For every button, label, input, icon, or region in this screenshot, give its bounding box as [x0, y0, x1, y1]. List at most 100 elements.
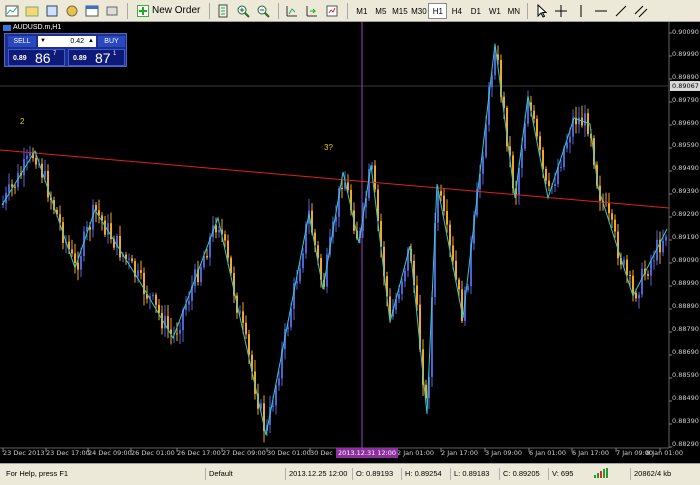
experts-icon[interactable]	[214, 2, 232, 20]
time-axis-label: 26 Dec 01:00	[131, 449, 175, 457]
candle-body	[527, 102, 529, 124]
candle-body	[584, 113, 586, 126]
cursor-icon[interactable]	[532, 2, 550, 20]
tester-icon[interactable]	[103, 2, 121, 20]
price-axis-label: 0.89590	[672, 141, 699, 149]
candle-body	[449, 224, 451, 246]
candle-body	[131, 258, 133, 262]
candle-body	[80, 256, 82, 270]
price-axis-label: 0.89290	[672, 210, 699, 218]
candle-body	[416, 285, 418, 305]
candle-body	[218, 229, 220, 233]
zoom-in-icon[interactable]	[234, 2, 252, 20]
sell-price-prefix: 0.89	[13, 55, 27, 62]
sell-price-fraction: 7	[53, 51, 57, 57]
price-axis-label: 0.89490	[672, 164, 699, 172]
candle-body	[152, 294, 154, 296]
lot-decrease-icon[interactable]: ▼	[40, 36, 46, 47]
new-chart-icon[interactable]	[3, 2, 21, 20]
channel-icon[interactable]	[632, 2, 650, 20]
candle-body	[155, 294, 157, 305]
timeframe-mn[interactable]: MN	[504, 3, 523, 19]
timeframe-w1[interactable]: W1	[485, 3, 504, 19]
candle-body	[14, 186, 16, 188]
navigator-icon[interactable]	[63, 2, 81, 20]
time-axis-label: 3 Jan 09:00	[485, 449, 523, 457]
timeframe-h1[interactable]: H1	[428, 2, 448, 19]
status-close: C: 0.89205	[499, 468, 540, 480]
chart-window-icon	[3, 25, 11, 31]
candle-body	[638, 294, 640, 299]
candle-body	[536, 118, 538, 137]
lot-increase-icon[interactable]: ▲	[88, 36, 94, 47]
autoscroll-icon[interactable]	[303, 2, 321, 20]
price-axis-label: 0.88490	[672, 394, 699, 402]
terminal-icon[interactable]	[83, 2, 101, 20]
chart-shift-icon[interactable]	[283, 2, 301, 20]
timeframe-d1[interactable]: D1	[466, 3, 485, 19]
candle-body	[539, 136, 541, 150]
candle-body	[437, 191, 439, 223]
candle-body	[452, 245, 454, 261]
candle-body	[302, 253, 304, 269]
new-order-button[interactable]: New Order	[132, 2, 205, 20]
horizontal-line-icon[interactable]	[592, 2, 610, 20]
timeframe-m1[interactable]: M1	[352, 3, 371, 19]
candle-body	[533, 110, 535, 119]
market-watch-icon[interactable]	[43, 2, 61, 20]
price-axis-label: 0.89790	[672, 96, 699, 104]
candle-body	[35, 158, 37, 165]
candle-body	[140, 270, 142, 273]
candle-body	[128, 258, 130, 260]
timeframe-m5[interactable]: M5	[371, 3, 390, 19]
candle-body	[578, 117, 580, 125]
templates-icon[interactable]	[323, 2, 341, 20]
time-axis-label: 30 Dec 01:00	[267, 449, 311, 457]
buy-price-pips: 87	[95, 50, 111, 66]
price-axis-label: 0.88290	[672, 440, 699, 448]
candle-body	[71, 249, 73, 254]
price-axis-label: 0.88890	[672, 302, 699, 310]
lot-size-field[interactable]: ▼ 0.42 ▲	[38, 36, 96, 47]
price-chart[interactable]: AUDUSD.m,H1 SELL ▼ 0.42 ▲ BUY 0.89 86 7 …	[0, 22, 700, 463]
vertical-line-icon[interactable]	[572, 2, 590, 20]
price-axis-label: 0.88790	[672, 325, 699, 333]
lot-size-value: 0.42	[70, 38, 84, 45]
crosshair-icon[interactable]	[552, 2, 570, 20]
buy-price-prefix: 0.89	[73, 55, 87, 62]
candle-body	[179, 330, 181, 334]
price-axis-label: 0.89390	[672, 187, 699, 195]
candle-body	[653, 260, 655, 262]
new-order-icon	[137, 4, 149, 17]
candle-body	[446, 211, 448, 225]
status-profile: Default	[205, 468, 233, 480]
profiles-icon[interactable]	[23, 2, 41, 20]
candle-body	[608, 203, 610, 214]
sell-button[interactable]: SELL	[8, 36, 36, 47]
timeframe-m30[interactable]: M30	[409, 3, 428, 19]
candle-body	[119, 235, 121, 258]
candle-body	[200, 267, 202, 283]
timeframe-h4[interactable]: H4	[447, 3, 466, 19]
candle-body	[641, 268, 643, 295]
time-axis-label: 2 Jan 17:00	[441, 449, 479, 457]
candle-body	[458, 279, 460, 290]
candle-body	[494, 54, 496, 76]
trendline-icon[interactable]	[612, 2, 630, 20]
candle-body	[74, 253, 76, 263]
candle-body	[242, 311, 244, 323]
candle-body	[11, 184, 13, 187]
sell-price-display[interactable]: 0.89 86 7	[8, 49, 65, 66]
time-axis-label: 23 Dec 17:00	[46, 449, 90, 457]
buy-price-display[interactable]: 0.89 87 1	[68, 49, 125, 66]
zoom-out-icon[interactable]	[254, 2, 272, 20]
timeframe-m15[interactable]: M15	[390, 3, 409, 19]
candle-body	[647, 274, 649, 276]
buy-button[interactable]: BUY	[98, 36, 125, 47]
candle-body	[482, 156, 484, 174]
candle-body	[341, 188, 343, 190]
status-open: O: 0.89193	[352, 468, 393, 480]
candle-body	[629, 275, 631, 277]
time-axis-label: 26 Dec 17:00	[177, 449, 221, 457]
candle-body	[77, 262, 79, 270]
